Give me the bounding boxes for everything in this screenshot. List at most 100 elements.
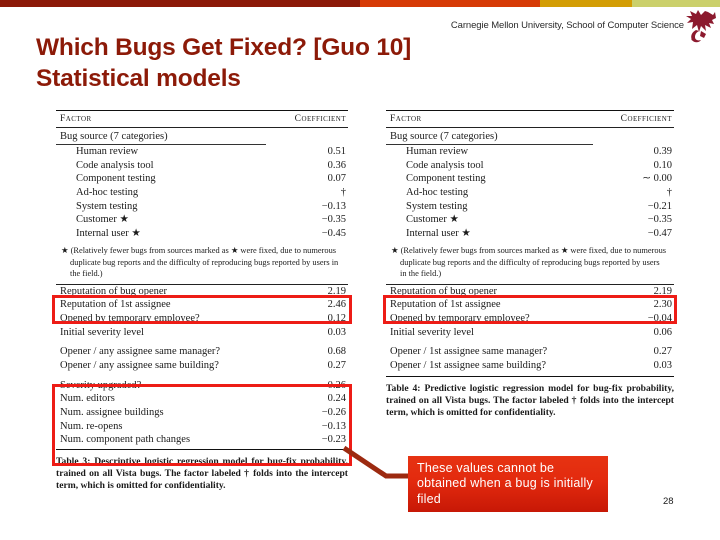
row-coefficient: 0.36 bbox=[327, 159, 346, 171]
row-coefficient: −0.13 bbox=[321, 420, 346, 432]
table-row: Severity upgraded? 0.26 bbox=[56, 379, 348, 393]
row-coefficient: 0.27 bbox=[327, 359, 346, 371]
row-factor: Opener / 1st assignee same building? bbox=[390, 359, 547, 371]
row-factor: Reputation of bug opener bbox=[60, 285, 168, 297]
group-label-bug-source: Bug source (7 categories) bbox=[60, 131, 168, 142]
annotation-callout: These values cannot be obtained when a b… bbox=[408, 456, 608, 512]
group-label-bug-source: Bug source (7 categories) bbox=[390, 131, 498, 142]
row-factor: Num. re-opens bbox=[60, 420, 123, 432]
row-coefficient: 0.39 bbox=[653, 146, 672, 157]
institution-header: Carnegie Mellon University, School of Co… bbox=[450, 20, 684, 31]
table-row: Opener / any assignee same building? 0.2… bbox=[56, 359, 348, 373]
row-coefficient: −0.35 bbox=[321, 214, 346, 226]
row-factor: Human review bbox=[76, 146, 139, 157]
table-footnote: ★ (Relatively fewer bugs from sources ma… bbox=[61, 246, 339, 278]
row-coefficient: −0.47 bbox=[647, 227, 672, 239]
table-row: Opener / any assignee same manager? 0.68 bbox=[56, 345, 348, 359]
row-coefficient: −0.21 bbox=[647, 200, 672, 212]
row-coefficient: 0.06 bbox=[653, 326, 672, 338]
row-factor: Reputation of bug opener bbox=[390, 285, 498, 297]
row-coefficient: 0.24 bbox=[327, 393, 346, 405]
title-line-2: Statistical models bbox=[36, 65, 241, 93]
row-factor: Opened by temporary employee? bbox=[60, 313, 200, 325]
row-coefficient: 0.03 bbox=[327, 326, 346, 338]
row-coefficient: 0.51 bbox=[327, 146, 346, 157]
row-coefficient: 2.46 bbox=[327, 299, 346, 311]
row-factor: Reputation of 1st assignee bbox=[60, 299, 171, 311]
column-header-coefficient: Coefficient bbox=[294, 114, 346, 124]
table-3: Factor Coefficient Bug source (7 categor… bbox=[56, 110, 348, 492]
row-coefficient: 0.10 bbox=[653, 159, 672, 171]
row-coefficient: −0.26 bbox=[321, 406, 346, 418]
page-number: 28 bbox=[663, 496, 674, 507]
table-row: Opened by temporary employee? 0.12 bbox=[56, 312, 348, 326]
row-coefficient: † bbox=[666, 186, 672, 198]
row-coefficient: 0.03 bbox=[653, 359, 672, 371]
row-factor: Opener / 1st assignee same manager? bbox=[390, 346, 548, 358]
column-header-coefficient: Coefficient bbox=[620, 114, 672, 124]
table-footnote: ★ (Relatively fewer bugs from sources ma… bbox=[391, 246, 667, 278]
table-row: Internal user ★ −0.45 bbox=[56, 227, 348, 241]
table-row: Component testing 0.07 bbox=[56, 172, 348, 186]
row-factor: Opener / any assignee same building? bbox=[60, 359, 219, 371]
row-factor: Code analysis tool bbox=[76, 159, 154, 171]
table-row: Ad-hoc testing † bbox=[56, 186, 348, 200]
row-factor: Internal user ★ bbox=[76, 227, 141, 239]
top-bar-segment-light-olive bbox=[632, 0, 720, 7]
table-row: Reputation of 1st assignee 2.30 bbox=[386, 298, 674, 312]
row-coefficient: −0.45 bbox=[321, 227, 346, 239]
table-row: Reputation of bug opener 2.19 bbox=[56, 285, 348, 299]
top-bar-segment-orange-red bbox=[360, 0, 540, 7]
table-row: System testing −0.21 bbox=[386, 200, 674, 214]
cmu-scs-griffin-logo bbox=[686, 10, 716, 43]
row-coefficient: 0.07 bbox=[327, 173, 346, 185]
column-header-factor: Factor bbox=[390, 114, 422, 124]
table-row: Opener / 1st assignee same building? 0.0… bbox=[386, 359, 674, 373]
table-row: Initial severity level 0.06 bbox=[386, 326, 674, 340]
table-row: Initial severity level 0.03 bbox=[56, 326, 348, 340]
row-factor: Initial severity level bbox=[60, 326, 144, 338]
table-row: Num. editors 0.24 bbox=[56, 392, 348, 406]
row-coefficient: 0.68 bbox=[327, 346, 346, 358]
table-row: Num. component path changes −0.23 bbox=[56, 433, 348, 447]
table-header-row: Factor Coefficient bbox=[386, 111, 674, 127]
row-coefficient: −0.35 bbox=[647, 214, 672, 226]
row-coefficient: −0.23 bbox=[321, 434, 346, 446]
row-factor: System testing bbox=[406, 200, 468, 212]
row-coefficient: 0.27 bbox=[653, 346, 672, 358]
row-factor: Internal user ★ bbox=[406, 227, 471, 239]
table-row: Opener / 1st assignee same manager? 0.27 bbox=[386, 345, 674, 359]
table-header-row: Factor Coefficient bbox=[56, 111, 348, 127]
title-line-1: Which Bugs Get Fixed? [Guo 10] bbox=[36, 34, 412, 61]
row-factor: Customer ★ bbox=[406, 214, 459, 226]
table-4: Factor Coefficient Bug source (7 categor… bbox=[386, 110, 674, 419]
table-row: Component testing ∼ 0.00 bbox=[386, 172, 674, 186]
row-coefficient: ∼ 0.00 bbox=[642, 173, 672, 185]
table-row: Num. re-opens −0.13 bbox=[56, 420, 348, 434]
table-row: Code analysis tool 0.10 bbox=[386, 159, 674, 173]
row-factor: Initial severity level bbox=[390, 326, 474, 338]
table-row: Human review 0.51 bbox=[56, 145, 348, 159]
table-row: System testing −0.13 bbox=[56, 200, 348, 214]
table-row: Opened by temporary employee? −0.04 bbox=[386, 312, 674, 326]
row-factor: Ad-hoc testing bbox=[406, 186, 469, 198]
figure-area: Factor Coefficient Bug source (7 categor… bbox=[0, 110, 720, 540]
top-decorative-bar bbox=[0, 0, 720, 7]
row-factor: Human review bbox=[406, 146, 469, 157]
column-header-factor: Factor bbox=[60, 114, 92, 124]
row-coefficient: 0.12 bbox=[327, 313, 346, 325]
table-row: Customer ★ −0.35 bbox=[386, 213, 674, 227]
row-coefficient: −0.04 bbox=[647, 313, 672, 325]
top-bar-segment-gold bbox=[540, 0, 633, 7]
row-factor: Num. component path changes bbox=[60, 434, 191, 446]
row-factor: Component testing bbox=[76, 173, 156, 185]
row-coefficient: 2.30 bbox=[653, 299, 672, 311]
row-coefficient: −0.13 bbox=[321, 200, 346, 212]
table-4-caption: Table 4: Predictive logistic regression … bbox=[386, 382, 674, 418]
row-factor: Code analysis tool bbox=[406, 159, 484, 171]
row-coefficient: † bbox=[340, 186, 346, 198]
row-factor: Severity upgraded? bbox=[60, 379, 142, 391]
page-title: Which Bugs Get Fixed? [Guo 10] Statistic… bbox=[36, 32, 596, 95]
table-3-caption: Table 3: Descriptive logistic regression… bbox=[56, 455, 348, 491]
table-row: Num. assignee buildings −0.26 bbox=[56, 406, 348, 420]
